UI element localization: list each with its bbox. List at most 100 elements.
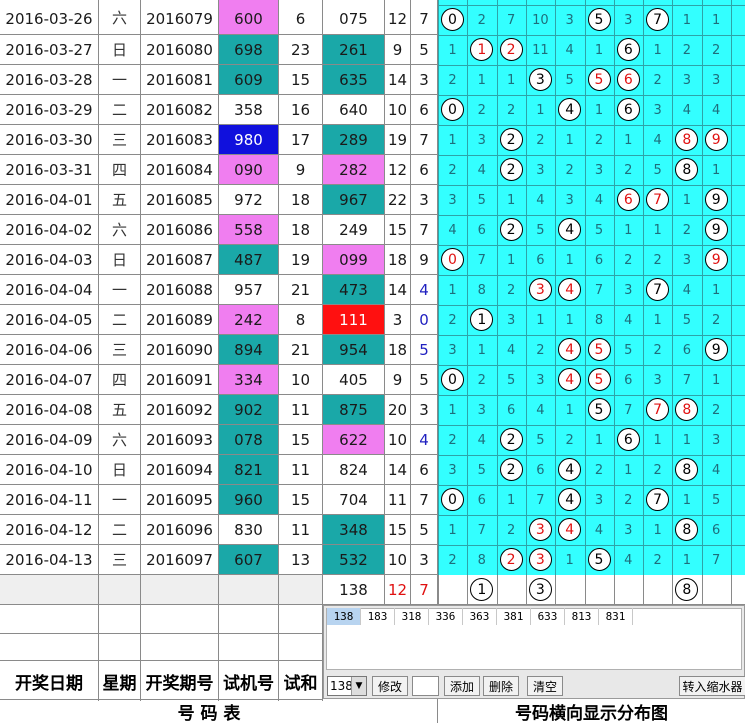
hit-ball: 9 <box>704 188 728 211</box>
add-button[interactable]: 添加 <box>444 676 480 696</box>
cell-s: 3 <box>385 305 411 335</box>
delete-button[interactable]: 删除 <box>483 676 519 696</box>
miss-count: 3 <box>536 372 545 388</box>
cell-sum: 15 <box>279 425 323 455</box>
cell-sum: 18 <box>279 185 323 215</box>
chevron-down-icon[interactable]: ▼ <box>351 677 366 695</box>
miss-count: 3 <box>653 102 662 118</box>
cell-k: 7 <box>411 0 438 35</box>
blank-cell <box>219 634 279 661</box>
hit-ball: 3 <box>528 278 552 301</box>
number-item[interactable]: 318 <box>395 608 429 625</box>
cell-s: 14 <box>385 275 411 305</box>
cell-sum: 11 <box>279 395 323 425</box>
cell-sum: 16 <box>279 95 323 125</box>
miss-count: 6 <box>712 522 721 538</box>
clear-button[interactable]: 清空 <box>527 676 563 696</box>
miss-count: 3 <box>565 12 574 28</box>
miss-count: 4 <box>565 42 574 58</box>
cell-test: 830 <box>219 515 279 545</box>
miss-count: 2 <box>682 222 692 238</box>
miss-count: 3 <box>565 192 574 208</box>
number-item[interactable]: 831 <box>599 608 633 625</box>
number-item[interactable]: 633 <box>531 608 565 625</box>
miss-count: 2 <box>448 162 457 178</box>
cell-draw: 622 <box>323 425 385 455</box>
edit-box[interactable] <box>412 676 439 696</box>
cell-s: 12 <box>385 155 411 185</box>
cell-draw: 704 <box>323 485 385 515</box>
number-item[interactable]: 363 <box>463 608 497 625</box>
cell-s: 15 <box>385 515 411 545</box>
hit-ball: 7 <box>646 278 670 301</box>
blank-cell <box>99 634 141 661</box>
miss-count: 5 <box>536 432 545 448</box>
modify-button[interactable]: 修改 <box>372 676 408 696</box>
cell-sum: 21 <box>279 335 323 365</box>
cell-sum: 17 <box>279 125 323 155</box>
miss-count: 2 <box>712 312 721 328</box>
cell-issue: 2016081 <box>141 65 219 95</box>
miss-count: 3 <box>477 402 486 418</box>
miss-count: 7 <box>594 282 604 298</box>
number-select[interactable]: 138 ▼ <box>327 676 367 696</box>
hit-ball: 9 <box>704 128 728 151</box>
summary-vline <box>525 575 527 605</box>
cell-week: 三 <box>99 545 141 575</box>
cell-test: 609 <box>219 65 279 95</box>
miss-count: 1 <box>477 342 486 358</box>
transfer-button[interactable]: 转入缩水器 <box>679 676 745 696</box>
miss-count: 1 <box>536 312 545 328</box>
cell-test: 487 <box>219 245 279 275</box>
miss-count: 7 <box>506 12 516 28</box>
miss-count: 1 <box>653 222 662 238</box>
cell-date: 2016-03-28 <box>0 65 99 95</box>
miss-count: 2 <box>448 552 457 568</box>
cell-date: 2016-04-03 <box>0 245 99 275</box>
cell-draw: 635 <box>323 65 385 95</box>
miss-count: 2 <box>653 462 662 478</box>
miss-count: 2 <box>448 312 457 328</box>
number-item[interactable]: 381 <box>497 608 531 625</box>
cell-sum: 15 <box>279 485 323 515</box>
miss-count: 1 <box>565 552 574 568</box>
miss-count: 6 <box>536 462 545 478</box>
hit-ball: 0 <box>441 248 464 271</box>
miss-count: 3 <box>448 192 457 208</box>
miss-count: 7 <box>477 252 486 268</box>
number-item[interactable]: 336 <box>429 608 463 625</box>
cell-test: 558 <box>219 215 279 245</box>
hit-ball: 5 <box>587 398 611 421</box>
cell-test: 242 <box>219 305 279 335</box>
cell-draw: 289 <box>323 125 385 155</box>
summary-empty <box>141 575 219 605</box>
miss-count: 6 <box>506 402 516 418</box>
number-item[interactable]: 138 <box>327 608 361 625</box>
cell-week: 三 <box>99 335 141 365</box>
cell-k: 3 <box>411 185 438 215</box>
cell-k: 6 <box>411 455 438 485</box>
cell-week: 一 <box>99 485 141 515</box>
miss-count: 3 <box>624 522 633 538</box>
miss-count: 3 <box>506 312 516 328</box>
cell-issue: 2016079 <box>141 0 219 35</box>
blank-cell <box>279 605 323 634</box>
cell-week: 一 <box>99 275 141 305</box>
miss-count: 4 <box>477 432 486 448</box>
cell-k: 5 <box>411 515 438 545</box>
number-item[interactable]: 813 <box>565 608 599 625</box>
cell-sum: 19 <box>279 245 323 275</box>
miss-count: 1 <box>682 12 692 28</box>
summary-vline <box>438 575 439 605</box>
number-item[interactable]: 183 <box>361 608 395 625</box>
miss-count: 3 <box>624 12 633 28</box>
miss-count: 6 <box>594 252 604 268</box>
miss-count: 1 <box>565 402 574 418</box>
miss-count: 2 <box>448 432 457 448</box>
cell-k: 5 <box>411 335 438 365</box>
cell-k: 6 <box>411 95 438 125</box>
miss-count: 6 <box>536 252 545 268</box>
summary-vline <box>731 575 732 605</box>
cell-s: 15 <box>385 215 411 245</box>
miss-count: 5 <box>506 372 516 388</box>
